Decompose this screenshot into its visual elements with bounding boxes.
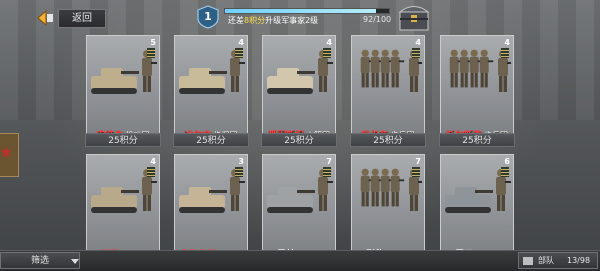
back-button[interactable]: 返回 — [58, 9, 106, 28]
unit-card[interactable]: 7 影豹步兵营 — [351, 154, 425, 264]
rank-insignia-icon — [412, 167, 420, 177]
rank-insignia-icon — [235, 48, 243, 58]
unit-rank: 4 — [150, 157, 156, 166]
rank-insignia-icon — [323, 167, 331, 177]
xp-needed: 8积分 — [244, 16, 266, 25]
unit-rank: 3 — [238, 157, 244, 166]
rank-insignia-icon — [501, 167, 509, 177]
unit-price-button[interactable]: 25积分 — [85, 133, 161, 147]
unit-rank: 4 — [415, 38, 421, 47]
unit-rank: 7 — [415, 157, 421, 166]
unit-rank: 4 — [238, 38, 244, 47]
unit-price-button[interactable]: 25积分 — [173, 133, 249, 147]
filter-dropdown[interactable]: 筛选 — [0, 252, 80, 269]
unit-card[interactable]: 3 弗洛伊德火炮团 — [174, 154, 248, 264]
xp-progress-bar — [224, 8, 390, 14]
unit-card[interactable]: 4 达尔文指挥团 — [174, 35, 248, 145]
star-icon — [0, 146, 12, 158]
side-tab[interactable] — [0, 133, 19, 177]
chevron-down-icon — [71, 259, 79, 264]
xp-count: 92/100 — [363, 15, 392, 24]
xp-prefix: 还差 — [228, 16, 244, 25]
level-number: 1 — [204, 10, 212, 23]
unit-rank: 5 — [150, 38, 156, 47]
flag-icon — [523, 257, 533, 265]
unit-card[interactable]: 4 毗伦布步兵团 — [351, 35, 425, 145]
units-count-value: 13/98 — [567, 256, 591, 265]
unit-rank: 6 — [504, 157, 510, 166]
top-bar: 返回 1 还差8积分升级军事家2级 92/100 — [0, 0, 600, 36]
unit-price-button[interactable]: 25积分 — [350, 133, 426, 147]
bottom-bar — [0, 250, 600, 271]
rank-insignia-icon — [147, 167, 155, 177]
rank-insignia-icon — [147, 48, 155, 58]
rank-insignia-icon — [235, 167, 243, 177]
unit-card[interactable]: 4 瓦特火炮团 — [86, 154, 160, 264]
unit-card[interactable]: 4 爱因斯坦火箭团 — [262, 35, 336, 145]
units-label: 部队 — [538, 256, 554, 265]
back-arrow-icon[interactable] — [36, 10, 54, 26]
unit-card[interactable]: 7 风林火箭营 — [262, 154, 336, 264]
unit-price-button[interactable]: 25积分 — [261, 133, 337, 147]
unit-card[interactable]: 4 托尔斯泰步兵团 — [440, 35, 514, 145]
xp-suffix: 升级军事家2级 — [265, 16, 319, 25]
xp-progress-fill — [225, 9, 376, 13]
unit-rank: 7 — [326, 157, 332, 166]
rank-insignia-icon — [323, 48, 331, 58]
unit-count[interactable]: 部队 13/98 — [518, 252, 598, 269]
xp-progress-text: 还差8积分升级军事家2级 — [228, 15, 318, 26]
unit-rank: 4 — [504, 38, 510, 47]
rank-insignia-icon — [501, 48, 509, 58]
unit-price-button[interactable]: 25积分 — [439, 133, 515, 147]
unit-card[interactable]: 5 安徒生机动团 — [86, 35, 160, 145]
reward-chest-icon[interactable] — [398, 2, 430, 32]
rank-insignia-icon — [412, 48, 420, 58]
unit-rank: 4 — [326, 38, 332, 47]
unit-card[interactable]: 6 巨刃机动营 — [440, 154, 514, 264]
filter-label: 筛选 — [31, 256, 50, 266]
level-badge: 1 — [197, 5, 219, 29]
